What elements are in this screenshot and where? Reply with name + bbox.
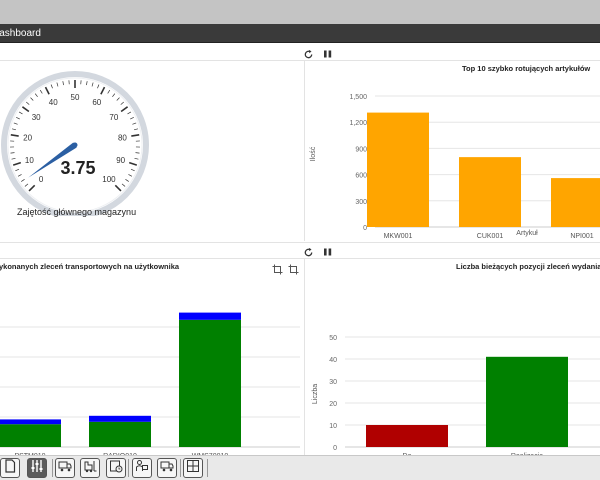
toolbar-divider: [128, 459, 129, 477]
calendar-clock-icon: [109, 459, 123, 478]
gauge-tick-label: 50: [71, 93, 80, 102]
bar: [367, 112, 429, 227]
transport-panel: ykonanych zleceń transportowych na użytk…: [0, 259, 300, 455]
x-tick-label: CUK001: [477, 233, 504, 239]
bar: [459, 157, 521, 227]
x-tick-label: NPI001: [570, 233, 593, 239]
bar: [89, 415, 151, 422]
positions-panel: Liczba bieżących pozycji zleceń wydania …: [305, 259, 600, 455]
y-axis-title: Ilość: [310, 146, 317, 161]
y-tick-label: 600: [355, 173, 367, 180]
equalizer-icon: [30, 459, 44, 478]
bar: [366, 425, 448, 447]
bar: [179, 319, 241, 447]
x-tick-label: MKW001: [384, 233, 413, 239]
bar: [0, 424, 61, 447]
y-tick-label: 300: [355, 199, 367, 206]
bar: [486, 356, 568, 447]
grid-button[interactable]: [183, 458, 203, 478]
window-titlebar: Dashboard: [0, 24, 600, 43]
y-tick-label: 20: [329, 401, 337, 408]
y-tick-label: 900: [355, 146, 367, 153]
y-tick-label: 40: [329, 357, 337, 364]
gauge-tick-label: 10: [25, 156, 34, 165]
gauge-tick-label: 80: [118, 133, 127, 142]
equalizer-button[interactable]: [27, 458, 47, 478]
delivery-person-button[interactable]: [132, 458, 152, 478]
y-tick-label: 0: [333, 445, 337, 452]
y-axis-title: Liczba: [312, 384, 319, 404]
gauge-title: Zajętość głównego magazynu: [17, 207, 137, 217]
forklift-icon: [83, 459, 97, 478]
gauge-tick-label: 60: [92, 98, 101, 107]
gauge-value: 3.75: [60, 158, 95, 178]
bar: [0, 419, 61, 425]
gauge-minor-tick: [135, 152, 140, 154]
document-button[interactable]: [0, 458, 20, 478]
gauge-needle-hub: [72, 142, 78, 148]
refresh-icon[interactable]: [302, 246, 314, 258]
bar: [89, 421, 151, 447]
transport-chart: PSTM010RADIO010WMS70010Użytkownik: [0, 312, 300, 455]
refresh-icon[interactable]: [302, 48, 314, 60]
gauge-tick-label: 90: [116, 156, 125, 165]
toolbar-divider: [207, 459, 208, 477]
gauge-chart: 0 10 20 30 40 50 60 70 80 90 100 3.75: [1, 71, 149, 216]
delivery-truck-icon: [160, 459, 174, 477]
pause-icon[interactable]: [322, 48, 334, 60]
delivery-person-icon: [135, 459, 149, 478]
y-tick-label: 1,200: [349, 120, 367, 127]
grid-icon: [186, 459, 200, 478]
y-tick-label: 10: [329, 423, 337, 430]
middle-divider: [0, 242, 600, 243]
window-title: Dashboard: [0, 28, 41, 39]
gauge-tick-label: 100: [102, 175, 116, 184]
gauge-tick-label: 30: [32, 113, 41, 122]
dashboard-content: 0 10 20 30 40 50 60 70 80 90 100 3.75 Zajętość głów…: [0, 43, 600, 455]
top10-panel: Top 10 szybko rotujących artykułów 0 300 6…: [305, 61, 600, 241]
gauge-tick-label: 40: [49, 98, 58, 107]
gauge-panel: 0 10 20 30 40 50 60 70 80 90 100 3.75 Zajętość głów…: [0, 61, 300, 241]
y-tick-label: 1,500: [349, 94, 367, 101]
forklift-button[interactable]: [80, 458, 100, 478]
y-tick-label: 0: [363, 225, 367, 232]
toolbar-divider: [180, 459, 181, 477]
gauge-tick-label: 0: [39, 175, 44, 184]
y-tick-label: 30: [329, 379, 337, 386]
top10-chart: 0 300 600 900 1,200 1,500 MKW001 CUK001 NPI001 Ar…: [310, 94, 600, 239]
bar: [179, 312, 241, 320]
positions-chart: 01020304050DorealizacjiRealizacjaStatusL…: [312, 335, 600, 455]
x-axis-title: Artykuł: [516, 230, 538, 237]
truck-document-button[interactable]: [55, 458, 75, 478]
bar: [551, 178, 600, 227]
y-tick-label: 50: [329, 335, 337, 342]
delivery-truck-button[interactable]: [157, 458, 177, 478]
pause-icon[interactable]: [322, 246, 334, 258]
toolbar-divider: [52, 459, 53, 477]
gauge-minor-tick: [10, 152, 15, 154]
calendar-clock-button[interactable]: [106, 458, 126, 478]
gauge-tick-label: 70: [109, 113, 118, 122]
document-icon: [4, 458, 16, 478]
bottom-toolbar: [0, 455, 600, 480]
truck-document-icon: [58, 459, 72, 477]
gauge-tick-label: 20: [23, 133, 32, 142]
